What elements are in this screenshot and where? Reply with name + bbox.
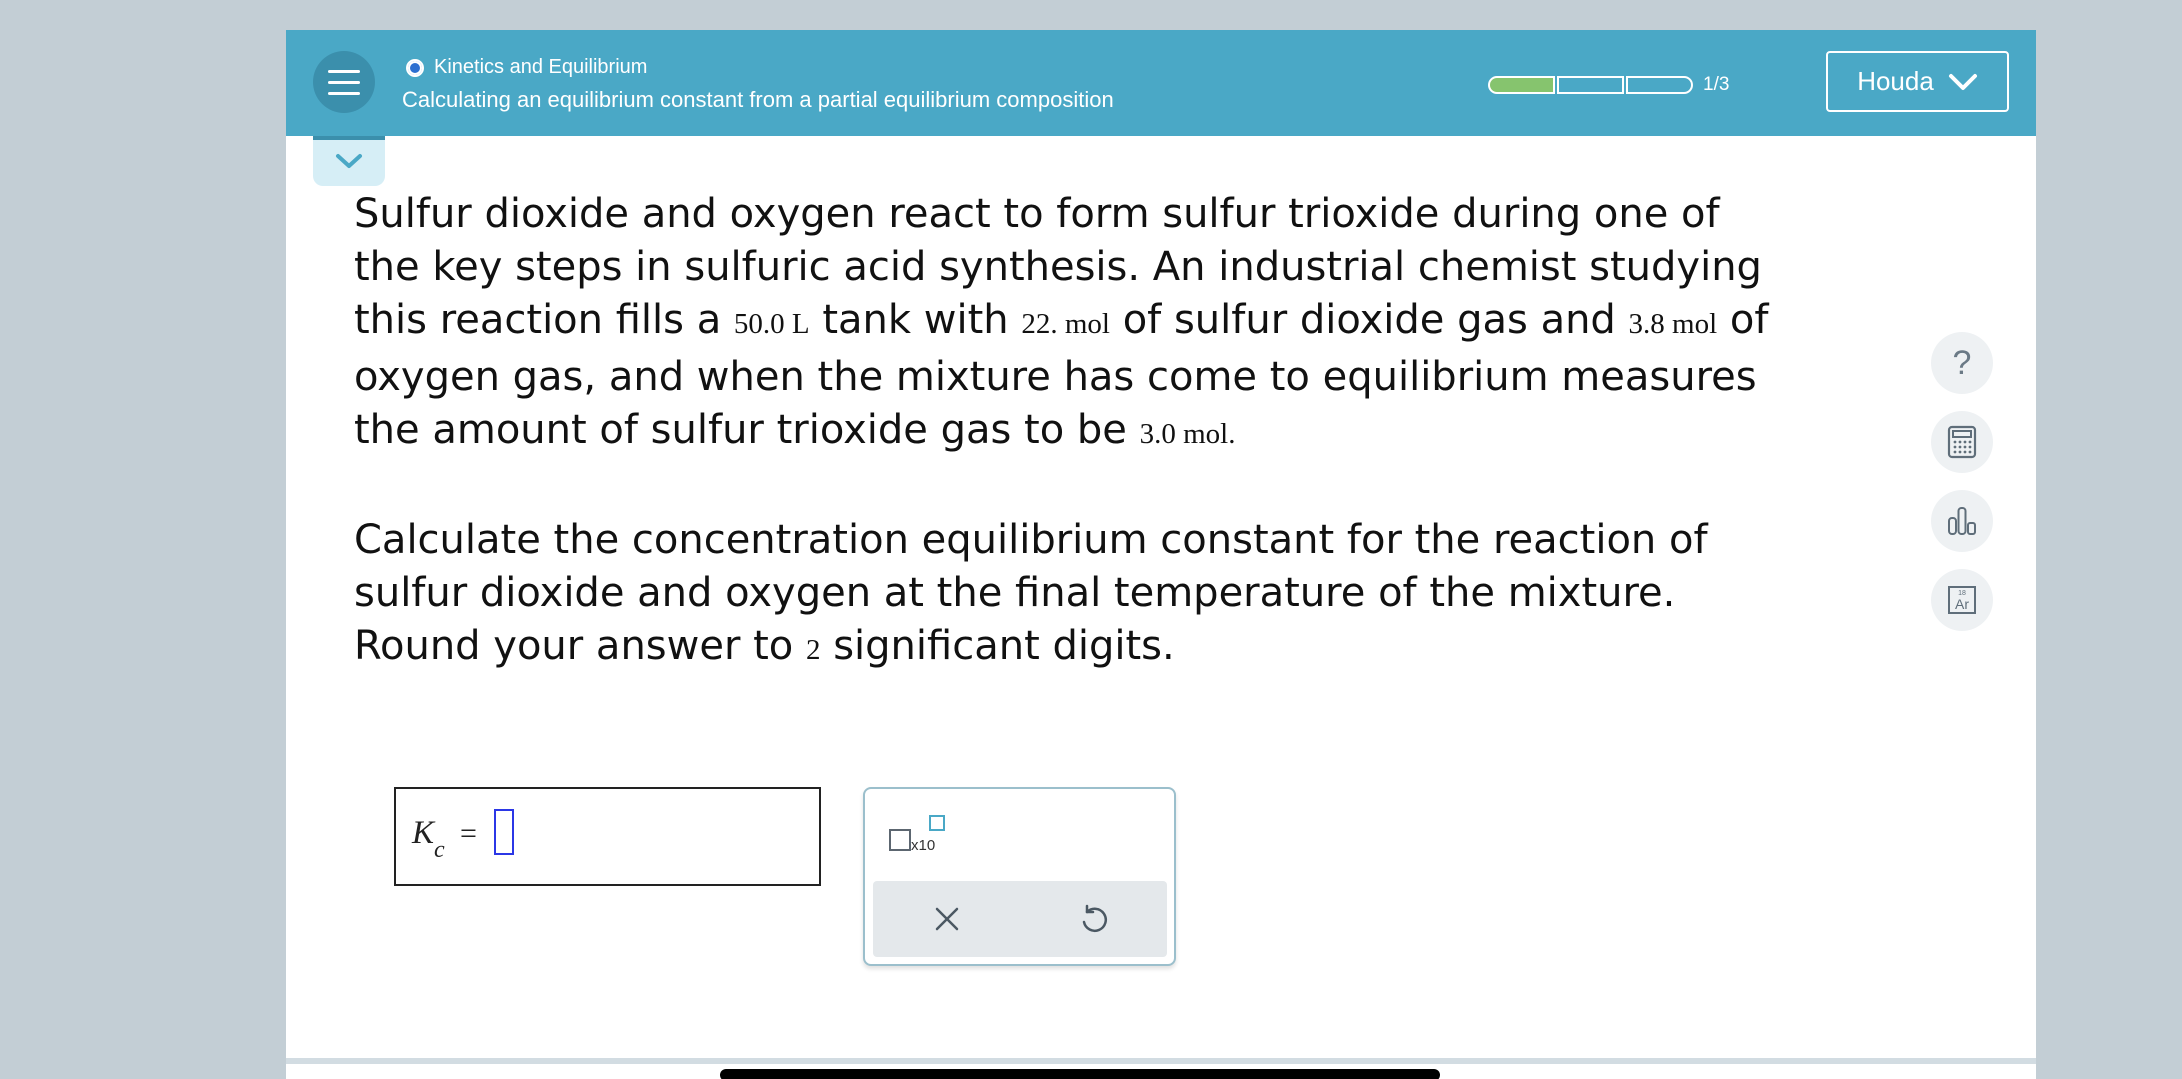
question-text-segment: tank with bbox=[809, 297, 1022, 343]
user-name: Houda bbox=[1857, 66, 1934, 96]
question-text-segment: of sulfur dioxide gas and bbox=[1109, 297, 1629, 343]
so3-amount: 3.0 mol. bbox=[1139, 418, 1236, 450]
undo-button[interactable] bbox=[1063, 897, 1123, 941]
chevron-down-icon bbox=[336, 154, 362, 168]
bottom-strip bbox=[286, 1058, 2036, 1064]
topic-row: Kinetics and Equilibrium bbox=[406, 56, 647, 79]
page-title: Calculating an equilibrium constant from… bbox=[402, 87, 1114, 112]
answer-field[interactable]: Kc = bbox=[394, 787, 821, 886]
progress-segment bbox=[1626, 76, 1693, 94]
kc-symbol: K bbox=[412, 815, 435, 851]
help-icon: ? bbox=[1952, 343, 1972, 382]
answer-input[interactable] bbox=[494, 809, 514, 855]
home-indicator bbox=[720, 1069, 1440, 1079]
progress-indicator: 1/3 bbox=[1488, 74, 1729, 96]
element-symbol: Ar bbox=[1955, 596, 1969, 612]
chevron-down-icon bbox=[1948, 73, 1977, 90]
calculator-icon bbox=[1947, 425, 1977, 459]
question-paragraph: Calculate the concentration equilibrium … bbox=[354, 514, 1774, 677]
app-window: Kinetics and Equilibrium Calculating an … bbox=[286, 30, 2036, 1079]
undo-icon bbox=[1082, 904, 1108, 932]
menu-icon-line bbox=[328, 91, 360, 95]
clear-button[interactable] bbox=[917, 897, 977, 941]
menu-icon-line bbox=[328, 80, 360, 84]
so2-amount: 22. mol bbox=[1021, 308, 1110, 340]
math-keypad: x10 bbox=[863, 787, 1176, 966]
help-button[interactable]: ? bbox=[1931, 332, 1993, 394]
data-chart-button[interactable] bbox=[1931, 490, 1993, 552]
question-paragraph: Sulfur dioxide and oxygen react to form … bbox=[354, 188, 1774, 461]
equals-sign: = bbox=[460, 817, 477, 850]
periodic-table-button[interactable]: 18 Ar bbox=[1931, 569, 1993, 631]
tank-volume: 50.0 L bbox=[733, 308, 810, 340]
tool-sidebar: ? 18 Ar bbox=[1931, 332, 1993, 631]
menu-icon-line bbox=[328, 69, 360, 73]
menu-button[interactable] bbox=[313, 51, 375, 113]
kc-label: Kc bbox=[412, 815, 445, 863]
mantissa-box-icon bbox=[889, 829, 911, 851]
topic-status-icon bbox=[406, 58, 424, 77]
keypad-action-bar bbox=[873, 881, 1167, 957]
header-bar: Kinetics and Equilibrium Calculating an … bbox=[286, 30, 2036, 136]
topic-label: Kinetics and Equilibrium bbox=[434, 56, 648, 78]
progress-text: 1/3 bbox=[1703, 74, 1730, 95]
chart-icon bbox=[1948, 507, 1976, 535]
calculator-button[interactable] bbox=[1931, 411, 1993, 473]
user-menu-button[interactable]: Houda bbox=[1826, 51, 2009, 112]
collapse-toggle[interactable] bbox=[313, 136, 385, 186]
sci-label: x10 bbox=[911, 837, 936, 854]
progress-segment bbox=[1557, 76, 1624, 94]
question-text: Sulfur dioxide and oxygen react to form … bbox=[354, 188, 1774, 730]
progress-segment bbox=[1488, 76, 1555, 94]
periodic-table-icon: 18 Ar bbox=[1948, 586, 1976, 614]
kc-subscript: c bbox=[434, 836, 445, 863]
significant-digits: 2 bbox=[806, 634, 821, 666]
scientific-notation-button[interactable]: x10 bbox=[889, 815, 949, 855]
exponent-box-icon bbox=[929, 815, 945, 831]
o2-amount: 3.8 mol bbox=[1628, 308, 1718, 340]
question-text-segment: significant digits. bbox=[820, 623, 1175, 669]
close-icon bbox=[935, 907, 959, 931]
